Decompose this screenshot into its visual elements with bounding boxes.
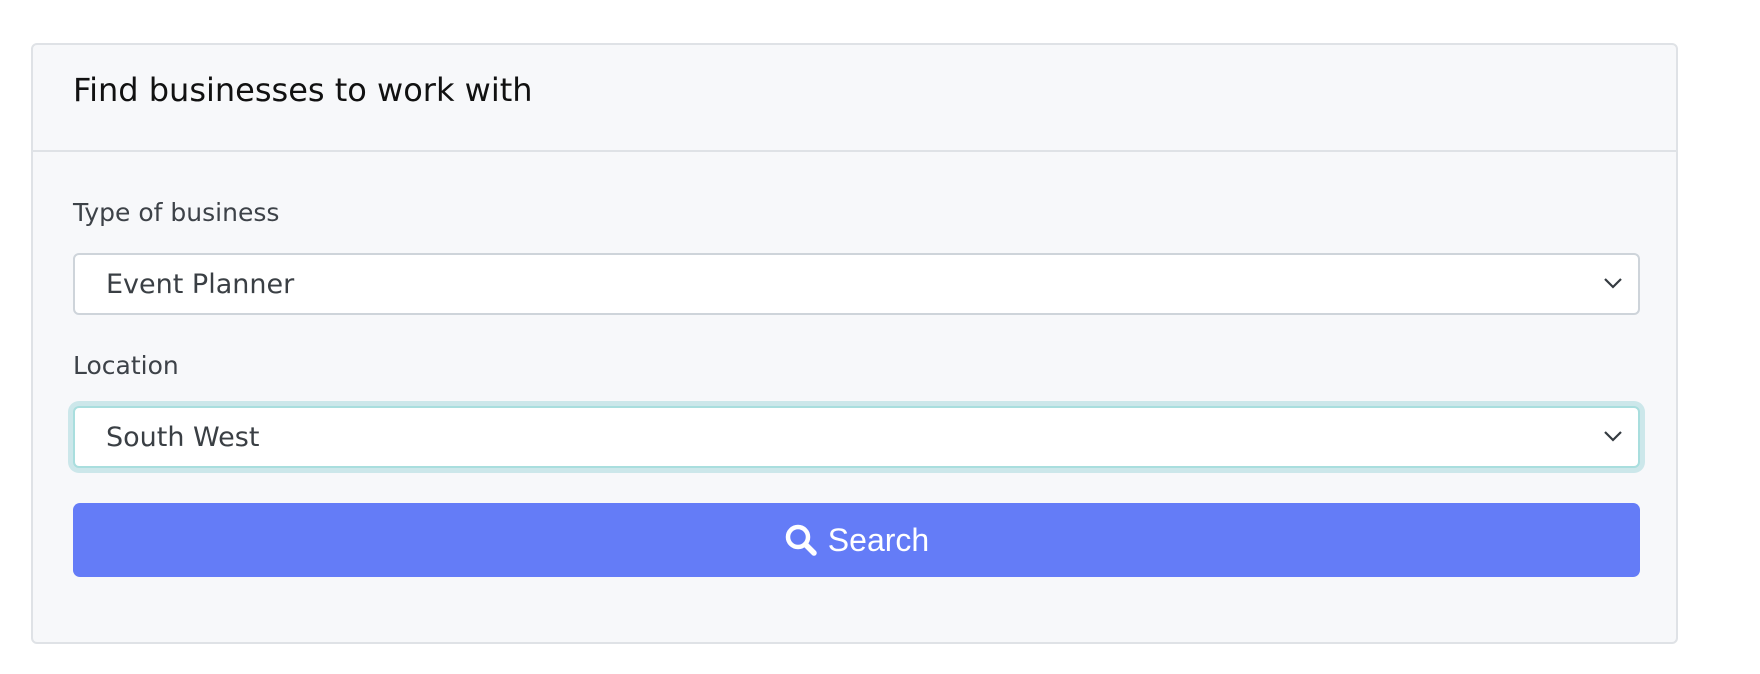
card-header: Find businesses to work with [33, 45, 1676, 152]
search-card: Find businesses to work with Type of bus… [31, 43, 1678, 644]
location-select[interactable]: South West [73, 406, 1640, 468]
chevron-down-icon [1604, 278, 1622, 289]
search-button[interactable]: Search [73, 503, 1640, 577]
search-button-label: Search [827, 522, 930, 558]
search-icon [785, 524, 817, 556]
business-type-select[interactable]: Event Planner [73, 253, 1640, 315]
location-label: Location [73, 351, 179, 380]
chevron-down-icon [1604, 431, 1622, 442]
card-title: Find businesses to work with [73, 71, 533, 109]
location-value: South West [106, 422, 260, 453]
business-type-value: Event Planner [106, 269, 295, 300]
business-type-label: Type of business [73, 198, 280, 227]
